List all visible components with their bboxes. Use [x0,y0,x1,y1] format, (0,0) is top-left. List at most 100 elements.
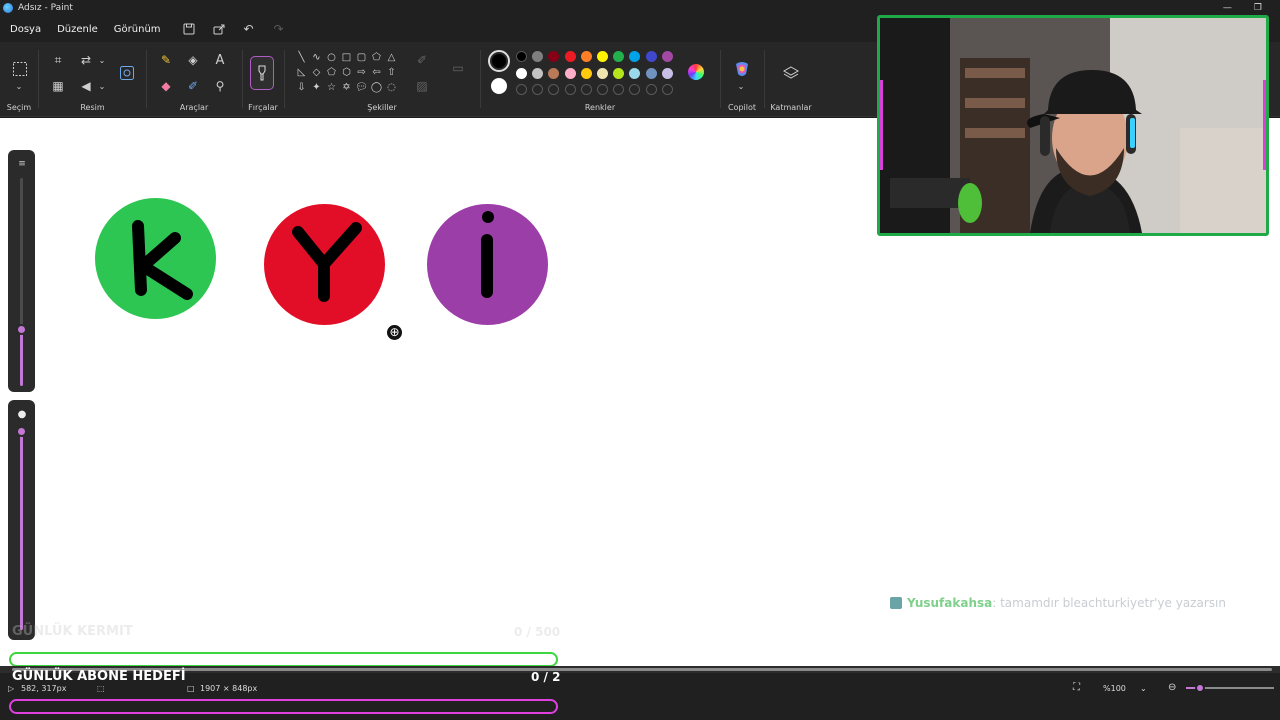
color-swatch[interactable] [532,67,544,79]
brush-icon[interactable] [250,56,274,90]
hexagon-shape-icon[interactable]: ⬡ [339,65,354,80]
color-swatch[interactable] [645,67,657,79]
color-swatch[interactable] [596,51,608,62]
custom-color-slot[interactable] [596,84,608,95]
minimize-button[interactable]: — [1223,0,1232,16]
four-star-shape-icon[interactable]: ✦ [309,80,324,95]
text-icon[interactable]: A [212,52,228,68]
opacity-slider[interactable]: ● [8,400,35,640]
rectangle-shape-icon[interactable]: □ [339,50,354,65]
color-swatch[interactable] [629,51,641,62]
zoom-out-icon[interactable]: ⊖ [1168,682,1176,693]
undo-icon[interactable]: ↶ [241,21,257,37]
chevron-down-icon[interactable]: ⌄ [1140,684,1147,693]
polygon-shape-icon[interactable]: ⬠ [369,50,384,65]
resize-icon[interactable]: ⇄ [78,52,94,68]
selection-size-icon: ⬚ [97,684,105,693]
color-swatch[interactable] [516,51,527,62]
color-swatch[interactable] [613,67,625,79]
primary-color[interactable] [488,50,510,72]
custom-color-slot[interactable] [516,84,527,95]
pencil-icon[interactable]: ✎ [158,52,174,68]
horizontal-scrollbar[interactable] [0,666,1280,673]
save-icon[interactable] [181,21,197,37]
fit-to-window-icon[interactable]: ⛶ [1073,682,1080,693]
curve-shape-icon[interactable]: ∿ [309,50,324,65]
triangle-shape-icon[interactable]: △ [384,50,399,65]
oval-shape-icon[interactable]: ○ [324,50,339,65]
up-arrow-shape-icon[interactable]: ⇧ [384,65,399,80]
line-shape-icon[interactable]: ╲ [294,50,309,65]
image-creator-icon[interactable] [118,64,136,82]
five-star-shape-icon[interactable]: ☆ [324,80,339,95]
right-arrow-shape-icon[interactable]: ⇨ [354,65,369,80]
brush-size-knob[interactable] [16,324,27,335]
color-swatch[interactable] [629,67,641,79]
color-swatch[interactable] [580,67,592,79]
custom-color-slot[interactable] [580,84,592,95]
custom-color-slot[interactable] [564,84,576,95]
six-star-shape-icon[interactable]: ✡ [339,80,354,95]
color-swatch[interactable] [645,51,657,62]
color-swatch[interactable] [516,67,527,79]
down-arrow-shape-icon[interactable]: ⇩ [294,80,309,95]
callout-shape-icon[interactable]: 💬︎ [354,80,369,95]
color-swatch[interactable] [564,51,576,62]
pentagon-shape-icon[interactable]: ⬠ [324,65,339,80]
brush-size-slider[interactable]: ≡ [8,150,35,392]
fill-icon[interactable]: ◈ [185,52,201,68]
chevron-down-icon[interactable]: ⌄ [11,78,27,94]
share-icon[interactable] [211,21,227,37]
opacity-drop-icon: ● [17,408,27,420]
opacity-knob[interactable] [16,426,27,437]
zoom-level[interactable]: %100 [1103,684,1126,693]
right-triangle-shape-icon[interactable]: ◺ [294,65,309,80]
crop-icon[interactable]: ⌗ [50,52,66,68]
custom-color-slot[interactable] [613,84,625,95]
custom-color-slot[interactable] [532,84,544,95]
color-swatch[interactable] [613,51,625,62]
shape-fill-icon[interactable]: ▨ [414,78,430,94]
menu-edit[interactable]: Düzenle [51,24,104,35]
rounded-rect-shape-icon[interactable]: ▢ [354,50,369,65]
menu-file[interactable]: Dosya [4,24,47,35]
secondary-color[interactable] [491,78,507,94]
colors-label: Renkler [584,103,616,112]
left-arrow-shape-icon[interactable]: ⇦ [369,65,384,80]
color-swatch[interactable] [661,51,673,62]
chevron-down-icon[interactable]: ⌄ [733,78,749,94]
copilot-icon[interactable] [733,60,751,78]
goal2-progress-bar [9,699,558,714]
chevron-down-icon[interactable]: ⌄ [94,52,110,68]
custom-color-slot[interactable] [629,84,641,95]
chevron-down-icon[interactable]: ⌄ [94,78,110,94]
custom-color-slot[interactable] [645,84,657,95]
custom-color-slot[interactable] [661,84,673,95]
eraser-icon[interactable]: ◆ [158,78,174,94]
color-swatch[interactable] [596,67,608,79]
image-group: ⌗ ⇄ ⌄ ▦ ◀ ⌄ Resim [40,42,145,117]
color-swatch[interactable] [661,67,673,79]
color-swatch[interactable] [548,67,560,79]
color-swatch[interactable] [548,51,560,62]
remove-background-icon[interactable]: ▦ [50,78,66,94]
custom-color-slot[interactable] [548,84,560,95]
color-swatch[interactable] [532,51,544,62]
cloud-callout-shape-icon[interactable]: ◌ [384,80,399,95]
redo-icon[interactable]: ↷ [271,21,287,37]
color-swatch[interactable] [580,51,592,62]
color-swatch[interactable] [564,67,576,79]
zoom-slider-knob[interactable] [1195,683,1205,693]
menu-view[interactable]: Görünüm [108,24,167,35]
edit-colors-icon[interactable] [688,64,704,80]
restore-button[interactable]: ❐ [1254,0,1262,16]
diamond-shape-icon[interactable]: ◇ [309,65,324,80]
outline-icon[interactable]: ✐ [414,52,430,68]
selection-rect-icon[interactable] [11,60,29,78]
magnifier-icon[interactable]: ⚲ [212,78,228,94]
color-picker-icon[interactable]: ✐ [185,78,201,94]
shape-style-icon[interactable]: ▭ [450,60,466,76]
layers-icon[interactable] [782,64,800,82]
oval-callout-shape-icon[interactable]: ◯ [369,80,384,95]
rotate-icon[interactable]: ◀ [78,78,94,94]
